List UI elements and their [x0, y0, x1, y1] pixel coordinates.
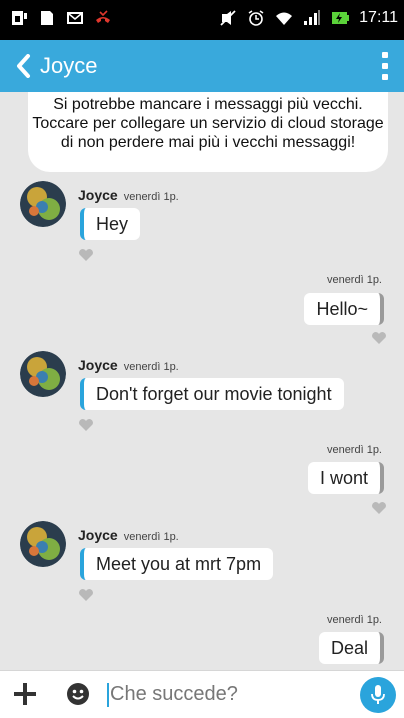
chat-title[interactable]: Joyce — [40, 53, 97, 79]
overflow-menu-icon[interactable] — [380, 52, 390, 80]
message-input[interactable]: Che succede? — [110, 683, 238, 706]
back-button[interactable] — [10, 52, 38, 80]
message-bubble-outgoing[interactable]: Hello~ — [304, 293, 384, 325]
message-sender: Joyce venerdì 1p. — [78, 527, 179, 543]
composer-bar: Che succede? — [0, 670, 404, 718]
message-time: venerdì 1p. — [326, 274, 382, 286]
heart-icon[interactable] — [78, 418, 94, 432]
cloud-storage-banner[interactable]: Si potrebbe mancare i messaggi più vecch… — [28, 92, 388, 172]
signal-icon — [304, 10, 321, 25]
message-time: venerdì 1p. — [326, 614, 382, 626]
wifi-icon — [276, 12, 293, 25]
alarm-icon — [248, 10, 264, 26]
heart-icon[interactable] — [78, 248, 94, 262]
status-time: 17:11 — [359, 9, 398, 26]
sd-card-icon — [41, 11, 53, 25]
microphone-icon — [371, 685, 385, 704]
message-sender: Joyce venerdì 1p. — [78, 187, 179, 203]
message-time: venerdì 1p. — [123, 191, 179, 203]
message-time: venerdì 1p. — [123, 361, 179, 373]
message-bubble-incoming[interactable]: Don't forget our movie tonight — [80, 378, 344, 410]
message-bubble-outgoing[interactable]: I wont — [307, 462, 384, 494]
message-bubble-incoming[interactable]: Meet you at mrt 7pm — [80, 548, 274, 580]
heart-icon[interactable] — [78, 588, 94, 602]
avatar[interactable] — [20, 521, 66, 567]
message-bubble-outgoing[interactable]: Deal — [318, 632, 384, 664]
avatar[interactable] — [20, 181, 66, 227]
text-cursor — [107, 683, 109, 707]
message-time: venerdì 1p. — [326, 444, 382, 456]
chevron-left-icon — [17, 54, 30, 78]
emoji-icon[interactable] — [66, 682, 90, 706]
sim-icon — [12, 11, 27, 25]
mute-icon — [220, 10, 236, 26]
heart-icon[interactable] — [371, 331, 387, 345]
missed-call-icon — [96, 10, 110, 23]
email-icon — [67, 12, 83, 24]
plus-icon[interactable] — [14, 683, 36, 705]
heart-icon[interactable] — [371, 501, 387, 515]
chat-header: Joyce — [0, 40, 404, 92]
battery-charging-icon — [332, 12, 350, 24]
message-sender: Joyce venerdì 1p. — [78, 357, 179, 373]
avatar[interactable] — [20, 351, 66, 397]
mic-button[interactable] — [360, 677, 396, 713]
status-bar: 17:11 — [0, 0, 404, 40]
message-time: venerdì 1p. — [123, 531, 179, 543]
message-bubble-incoming[interactable]: Hey — [80, 208, 141, 240]
